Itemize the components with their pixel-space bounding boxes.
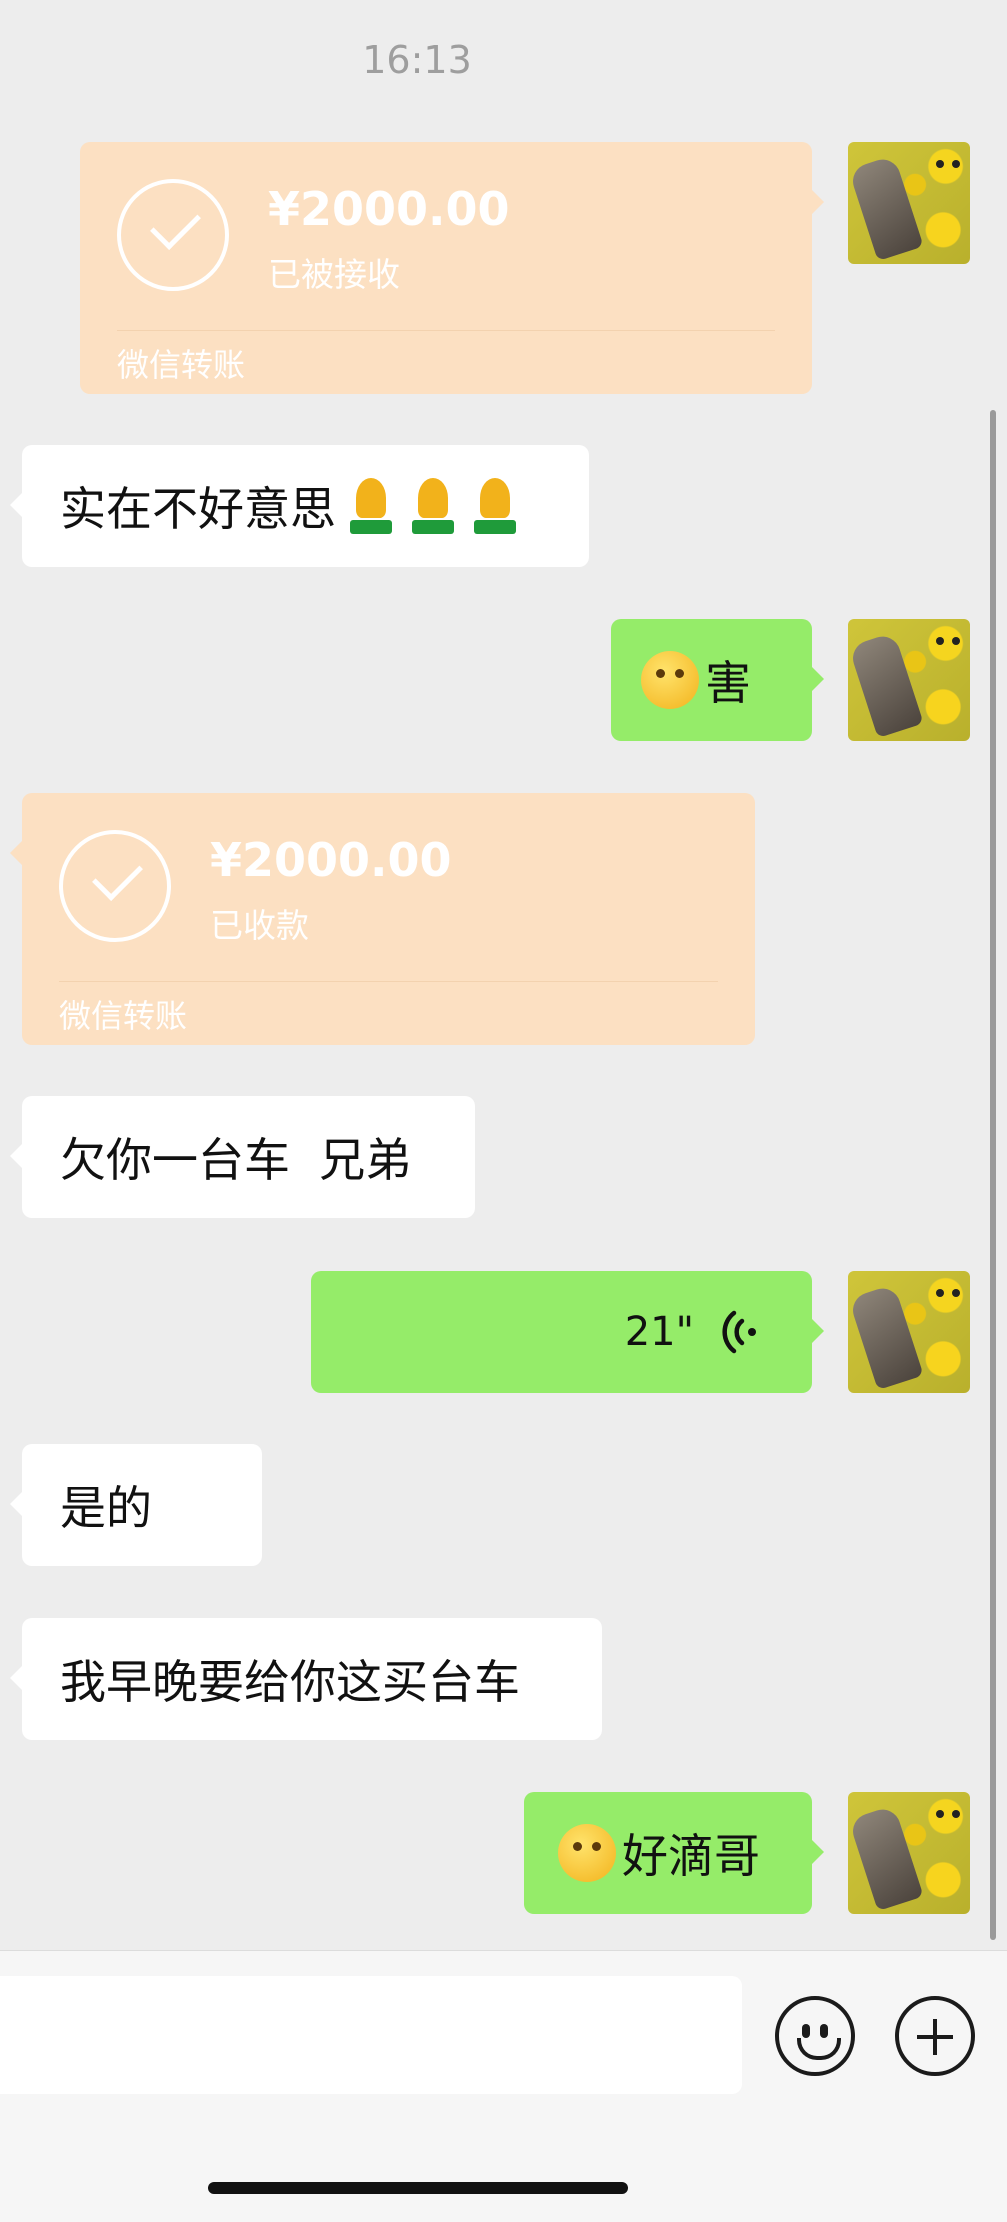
message-text: 实在不好意思 [60, 482, 336, 536]
voice-duration: 21" [624, 1309, 694, 1355]
pray-icon [468, 478, 522, 534]
smiley-eye [802, 2024, 810, 2038]
avatar-eye [936, 1810, 944, 1818]
voice-message-bubble[interactable]: 21" [311, 1271, 824, 1393]
avatar-eye [952, 1810, 960, 1818]
avatar-eye [952, 160, 960, 168]
plus-circle-icon[interactable] [895, 1996, 975, 2076]
scrollbar[interactable] [990, 410, 996, 1940]
avatar-figure [848, 154, 924, 262]
message-bubble-sent[interactable]: 好滴哥 [524, 1792, 824, 1914]
avatar-eye [936, 1289, 944, 1297]
transfer-card-sent[interactable]: ¥2000.00 已被接收 微信转账 [80, 142, 824, 394]
message-bubble-received[interactable]: 是的 [10, 1444, 262, 1566]
tears-of-joy-emoji-icon [558, 1824, 616, 1882]
transfer-footer: 微信转账 [117, 346, 246, 384]
avatar[interactable] [848, 142, 970, 264]
avatar[interactable] [848, 619, 970, 741]
message-bubble-received[interactable]: 实在不好意思 [10, 445, 589, 567]
avatar[interactable] [848, 1792, 970, 1914]
message-text: 我早晚要给你这买台车 [60, 1655, 520, 1709]
message-text: 害 [705, 656, 751, 710]
transfer-card-received[interactable]: ¥2000.00 已收款 微信转账 [10, 793, 755, 1045]
avatar-eye [936, 637, 944, 645]
transfer-divider [117, 330, 775, 331]
smiley-icon[interactable] [775, 1996, 855, 2076]
message-bubble-sent[interactable]: 害 [611, 619, 824, 741]
avatar-eye [936, 160, 944, 168]
smiley-mouth [797, 2038, 841, 2060]
voice-wave-icon [722, 1310, 756, 1354]
check-circle-icon [59, 830, 171, 942]
message-text: 欠你一台车 兄弟 [60, 1133, 412, 1187]
message-bubble-received[interactable]: 欠你一台车 兄弟 [10, 1096, 475, 1218]
avatar-figure [848, 1804, 924, 1912]
transfer-amount: ¥2000.00 [210, 833, 452, 887]
avatar-figure [848, 1283, 924, 1391]
avatar-figure [848, 631, 924, 739]
transfer-divider [59, 981, 718, 982]
avatar[interactable] [848, 1271, 970, 1393]
transfer-status: 已被接收 [268, 255, 400, 294]
facepalm-emoji-icon [641, 651, 699, 709]
chat-area[interactable]: 16:13 ¥2000.00 已被接收 微信转账 实在不好意思 害 ¥2000.… [0, 0, 1007, 1950]
transfer-status: 已收款 [210, 906, 309, 945]
message-bubble-received[interactable]: 我早晚要给你这买台车 [10, 1618, 602, 1740]
transfer-amount: ¥2000.00 [268, 182, 510, 236]
check-circle-icon [117, 179, 229, 291]
avatar-eye [952, 637, 960, 645]
avatar-eye [952, 1289, 960, 1297]
pray-icon [406, 478, 460, 534]
message-text: 是的 [60, 1481, 152, 1535]
message-text: 好滴哥 [622, 1829, 760, 1883]
transfer-footer: 微信转账 [59, 997, 188, 1035]
message-timestamp: 16:13 [362, 38, 472, 82]
home-indicator[interactable] [208, 2182, 628, 2194]
smiley-eye [820, 2024, 828, 2038]
message-input[interactable] [0, 1976, 742, 2094]
pray-icon [344, 478, 398, 534]
